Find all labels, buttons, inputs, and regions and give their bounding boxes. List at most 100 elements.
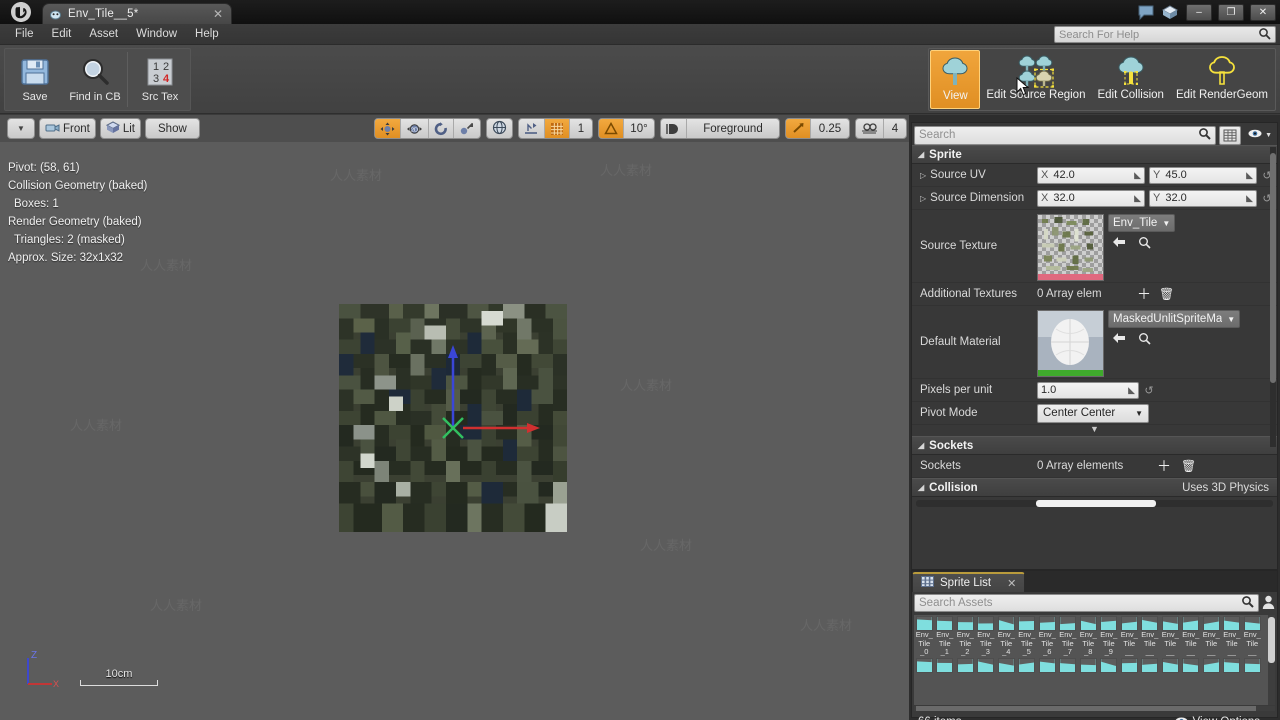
sprite-list-item[interactable]: Env_ Tile __ xyxy=(1222,615,1243,657)
view-options-button[interactable]: View Options ▼ xyxy=(1173,716,1271,720)
sprite-list-item[interactable] xyxy=(935,657,956,673)
menu-item-asset[interactable]: Asset xyxy=(80,24,127,44)
layer-value[interactable]: Foreground xyxy=(687,119,779,138)
sprite-list-item[interactable] xyxy=(1037,657,1058,673)
column-view-icon[interactable] xyxy=(1219,125,1242,145)
grid-snap-icon[interactable] xyxy=(545,119,570,138)
use-selected-asset-icon[interactable] xyxy=(1112,236,1126,252)
window-close-button[interactable]: ✕ xyxy=(1250,3,1276,21)
sprite-list-item[interactable]: Env_ Tile _4 xyxy=(996,615,1017,657)
surface-snap-icon[interactable] xyxy=(519,119,545,138)
mode-view-button[interactable]: View xyxy=(930,50,981,109)
mode-edit-source-region-button[interactable]: Edit Source Region xyxy=(980,50,1091,109)
expand-triangle-icon[interactable]: ▷ xyxy=(920,194,926,203)
sprite-list-item[interactable]: Env_ Tile __ xyxy=(1140,615,1161,657)
sprite-list-search-input[interactable] xyxy=(919,597,1241,609)
default-material-thumbnail[interactable] xyxy=(1037,310,1104,377)
menu-item-window[interactable]: Window xyxy=(127,24,186,44)
expand-more-icon[interactable]: ▼ xyxy=(912,425,1277,436)
document-tab[interactable]: Env_Tile__5* ✕ xyxy=(42,3,232,24)
sprite-list-item[interactable] xyxy=(1222,657,1243,673)
delete-array-icon[interactable]: 🗑 xyxy=(1159,287,1174,301)
pivot-mode-dropdown[interactable]: Center Center ▼ xyxy=(1037,403,1149,423)
details-vertical-scrollbar[interactable] xyxy=(1270,147,1276,447)
category-header-collision[interactable]: ◢ Collision Uses 3D Physics xyxy=(912,478,1277,497)
category-header-sockets[interactable]: ◢ Sockets xyxy=(912,436,1277,455)
cube-icon[interactable] xyxy=(1160,2,1180,22)
sprite-list-item[interactable]: Env_ Tile _7 xyxy=(1058,615,1079,657)
reset-to-default-icon[interactable]: ↺ xyxy=(1143,384,1155,397)
category-header-sprite[interactable]: ◢ Sprite xyxy=(912,145,1277,164)
add-array-element-icon[interactable]: ＋ xyxy=(1151,456,1177,476)
sprite-list-item[interactable] xyxy=(1017,657,1038,673)
pixels-per-unit-field[interactable]: 1.0 ◣ xyxy=(1037,381,1139,399)
sprite-list-item[interactable] xyxy=(1201,657,1222,673)
sprite-list-item[interactable]: Env_ Tile _0 xyxy=(914,615,935,657)
transform-gizmo[interactable] xyxy=(339,304,567,532)
drag-handle-icon[interactable]: ◣ xyxy=(1134,170,1141,181)
close-icon[interactable]: ✕ xyxy=(1007,577,1016,590)
sprite-list-item[interactable]: Env_ Tile __ xyxy=(1119,615,1140,657)
drag-handle-icon[interactable]: ◣ xyxy=(1246,193,1253,204)
viewport[interactable]: ▼ Front Lit Show 2D 1 10° Foreground 0.2… xyxy=(0,115,909,720)
scale-icon[interactable] xyxy=(454,119,480,138)
lighting-mode-lit-button[interactable]: Lit xyxy=(99,118,141,139)
user-filter-icon[interactable] xyxy=(1262,595,1275,612)
source-dimension-y-field[interactable]: Y 32.0 ◣ xyxy=(1149,189,1257,207)
sprite-list-item[interactable] xyxy=(1160,657,1181,673)
src-tex-button[interactable]: 1234 Src Tex xyxy=(130,49,190,110)
sprite-list-item[interactable]: Env_ Tile _9 xyxy=(1099,615,1120,657)
sprite-list-item[interactable]: Env_ Tile __ xyxy=(1181,615,1202,657)
sprite-list-item[interactable]: Env_ Tile _2 xyxy=(955,615,976,657)
rotate-icon[interactable] xyxy=(429,119,454,138)
source-uv-x-field[interactable]: X 42.0 ◣ xyxy=(1037,166,1145,184)
show-menu-button[interactable]: Show xyxy=(145,118,200,139)
sprite-list-tab[interactable]: Sprite List ✕ xyxy=(912,572,1026,592)
save-button[interactable]: Save xyxy=(5,49,65,110)
add-array-element-icon[interactable]: ＋ xyxy=(1133,284,1155,304)
details-search-input[interactable] xyxy=(919,129,1199,141)
help-search-input[interactable] xyxy=(1059,28,1258,41)
sprite-list-grid[interactable]: Env_ Tile _0 Env_ Tile _1 Env_ Tile _2 Env_ Tile _3… xyxy=(914,615,1275,705)
sprite-list-item[interactable]: Env_ Tile _1 xyxy=(935,615,956,657)
sprite-list-vertical-scrollbar[interactable] xyxy=(1268,615,1275,705)
sprite-list-item[interactable] xyxy=(976,657,997,673)
sprite-list-item[interactable]: Env_ Tile __ xyxy=(1201,615,1222,657)
browse-to-asset-icon[interactable] xyxy=(1138,332,1151,348)
layer-icon[interactable] xyxy=(661,119,687,138)
sprite-list-item[interactable] xyxy=(1099,657,1120,673)
drag-handle-icon[interactable]: ◣ xyxy=(1246,170,1253,181)
help-search-box[interactable] xyxy=(1054,26,1276,43)
drag-handle-icon[interactable]: ◣ xyxy=(1128,385,1135,396)
camera-speed-value[interactable]: 4 xyxy=(884,119,906,138)
scrollbar-thumb[interactable] xyxy=(1036,500,1156,507)
drag-handle-icon[interactable]: ◣ xyxy=(1134,193,1141,204)
source-texture-thumbnail[interactable] xyxy=(1037,214,1104,281)
select-move-icon[interactable] xyxy=(375,119,401,138)
sprite-preview[interactable] xyxy=(339,304,567,532)
scrollbar-thumb[interactable] xyxy=(1270,153,1276,383)
use-selected-asset-icon[interactable] xyxy=(1112,332,1126,348)
sprite-list-item[interactable] xyxy=(1119,657,1140,673)
source-dimension-x-field[interactable]: X 32.0 ◣ xyxy=(1037,189,1145,207)
details-search-box[interactable] xyxy=(914,125,1217,145)
sprite-list-item[interactable]: Env_ Tile _5 xyxy=(1017,615,1038,657)
scale-snap-value[interactable]: 0.25 xyxy=(811,119,849,138)
sprite-list-item[interactable]: Env_ Tile _3 xyxy=(976,615,997,657)
details-view-options-button[interactable]: ▼ xyxy=(1244,128,1275,142)
feedback-icon[interactable] xyxy=(1136,2,1156,22)
maximize-button[interactable]: ❐ xyxy=(1218,3,1244,21)
expand-triangle-icon[interactable]: ▷ xyxy=(920,171,926,180)
sprite-list-item[interactable] xyxy=(1242,657,1263,673)
sprite-list-item[interactable]: Env_ Tile _6 xyxy=(1037,615,1058,657)
sprite-list-item[interactable] xyxy=(914,657,935,673)
grid-size-value[interactable]: 1 xyxy=(570,119,592,138)
sprite-list-item[interactable] xyxy=(1078,657,1099,673)
coordinate-space-button[interactable] xyxy=(486,118,513,139)
sprite-list-item[interactable] xyxy=(1058,657,1079,673)
sprite-list-item[interactable]: Env_ Tile __ xyxy=(1160,615,1181,657)
menu-item-edit[interactable]: Edit xyxy=(43,24,81,44)
details-horizontal-scrollbar[interactable] xyxy=(916,500,1273,507)
mode-edit-rendergeom-button[interactable]: Edit RenderGeom xyxy=(1170,50,1274,109)
translate-2d-icon[interactable]: 2D xyxy=(401,119,429,138)
